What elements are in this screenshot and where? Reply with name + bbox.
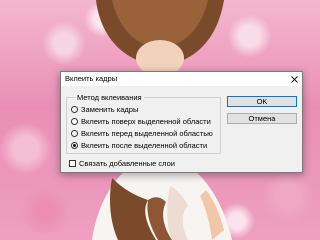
radio-label: Вклеить после выделенной области [81, 140, 208, 150]
link-added-layers-checkbox[interactable]: Связать добавленные слои [69, 158, 175, 168]
checkbox-label: Связать добавленные слои [79, 158, 175, 168]
ok-button[interactable]: OK [227, 96, 297, 107]
close-button[interactable] [287, 72, 301, 86]
dialog-titlebar[interactable]: Вклеить кадры [61, 72, 302, 86]
radio-label: Вклеить перед выделенной областью [81, 128, 213, 138]
radio-paste-over-selection[interactable]: Вклеить поверх выделенной области [71, 116, 211, 126]
radio-replace-frames[interactable]: Заменить кадры [71, 104, 138, 114]
radio-selected-dot [73, 143, 76, 147]
radio-label: Заменить кадры [81, 104, 139, 114]
dialog-title: Вклеить кадры [65, 74, 118, 83]
radio-button-icon[interactable] [71, 129, 78, 137]
paste-method-label: Метод вклеивания [75, 93, 144, 102]
radio-paste-after-selection[interactable]: Вклеить после выделенной области [71, 140, 207, 150]
radio-paste-before-selection[interactable]: Вклеить перед выделенной областью [71, 128, 213, 138]
paste-frames-dialog: Вклеить кадры Метод вклеивания Заменить … [60, 71, 303, 173]
radio-button-icon[interactable] [71, 105, 78, 113]
radio-label: Вклеить поверх выделенной области [81, 116, 211, 126]
paste-method-group: Метод вклеивания Заменить кадры Вклеить … [66, 93, 221, 154]
radio-button-icon[interactable] [71, 117, 78, 125]
checkbox-icon[interactable] [69, 159, 76, 167]
cancel-button[interactable]: Отмена [227, 113, 297, 124]
radio-button-icon[interactable] [71, 141, 78, 149]
close-icon [290, 75, 298, 83]
